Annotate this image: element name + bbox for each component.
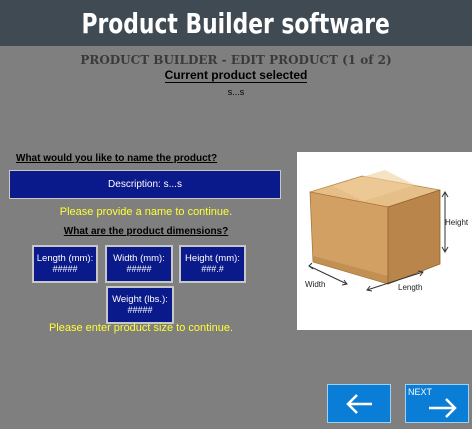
name-question: What would you like to name the product?: [16, 153, 218, 164]
weight-button[interactable]: Weight (lbs.): #####: [106, 286, 174, 324]
height-value: ###.#: [201, 264, 224, 274]
dimensions-warning: Please enter product size to continue.: [48, 322, 234, 334]
length-value: #####: [52, 264, 78, 274]
current-product-name: s...s: [227, 87, 245, 97]
app-title: Product Builder software: [81, 6, 391, 40]
name-warning: Please provide a name to continue.: [59, 206, 233, 218]
page-subheading: Current product selected: [164, 68, 308, 83]
illustration-height-label: Height: [445, 218, 469, 227]
width-value: #####: [126, 264, 152, 274]
width-button[interactable]: Width (mm): #####: [105, 245, 173, 283]
height-label: Height (mm):: [185, 253, 240, 264]
cardboard-box-icon: [308, 170, 449, 292]
dimensions-question: What are the product dimensions?: [63, 226, 229, 237]
weight-label: Weight (lbs.):: [112, 294, 168, 305]
box-illustration: Width Length Height: [297, 152, 472, 330]
next-button[interactable]: NEXT: [405, 384, 469, 423]
app-title-bar: Product Builder software: [0, 0, 472, 46]
page-heading: PRODUCT BUILDER - EDIT PRODUCT (1 of 2): [80, 53, 392, 67]
right-arrow-icon: [429, 398, 457, 418]
illustration-length-label: Length: [398, 283, 423, 292]
illustration-width-label: Width: [305, 280, 326, 289]
description-button[interactable]: Description: s...s: [9, 170, 281, 199]
height-button[interactable]: Height (mm): ###.#: [179, 245, 246, 283]
weight-value: #####: [127, 305, 153, 315]
width-label: Width (mm):: [113, 253, 165, 264]
back-button[interactable]: [327, 384, 391, 423]
length-button[interactable]: Length (mm): #####: [32, 245, 98, 283]
length-label: Length (mm):: [36, 253, 94, 264]
left-arrow-icon: [346, 394, 372, 414]
